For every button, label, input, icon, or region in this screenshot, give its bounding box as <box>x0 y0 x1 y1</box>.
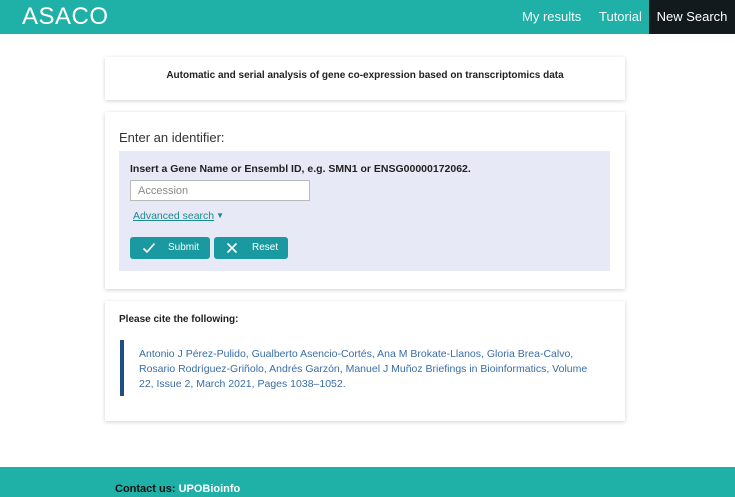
citation-card: Please cite the following: Antonio J Pér… <box>105 301 625 421</box>
submit-label: Submit <box>168 242 200 253</box>
chevron-down-icon: ▼ <box>216 211 225 220</box>
nav-new-search[interactable]: New Search <box>649 0 735 34</box>
contact-label: Contact us: <box>115 483 176 495</box>
brand-logo[interactable]: ASACO <box>22 3 109 31</box>
search-card: Enter an identifier: Insert a Gene Name … <box>105 112 625 289</box>
top-navbar: ASACO My results Tutorial New Search <box>0 0 735 34</box>
accession-input[interactable] <box>130 180 310 201</box>
search-form-panel: Insert a Gene Name or Ensembl ID, e.g. S… <box>119 151 610 271</box>
advanced-search-label: Advanced search <box>133 210 215 222</box>
header-card: Automatic and serial analysis of gene co… <box>105 57 625 100</box>
citation-heading: Please cite the following: <box>119 314 239 325</box>
enter-identifier-label: Enter an identifier: <box>119 130 225 145</box>
contact-link[interactable]: UPOBioinfo <box>179 483 241 495</box>
advanced-search-link[interactable]: Advanced search ▼ <box>133 210 224 222</box>
reset-button[interactable]: Reset <box>214 237 288 259</box>
reset-label: Reset <box>252 242 279 253</box>
identifier-instruction: Insert a Gene Name or Ensembl ID, e.g. S… <box>130 163 471 175</box>
footer: Contact us: UPOBioinfo <box>0 467 735 497</box>
citation-text: Antonio J Pérez-Pulido, Gualberto Asenci… <box>120 340 600 396</box>
contact-line: Contact us: UPOBioinfo <box>115 483 240 495</box>
check-icon <box>142 242 156 254</box>
page-subtitle: Automatic and serial analysis of gene co… <box>166 70 564 81</box>
submit-button[interactable]: Submit <box>130 237 210 259</box>
close-icon <box>226 242 238 254</box>
nav-my-results[interactable]: My results <box>522 0 581 34</box>
nav-tutorial[interactable]: Tutorial <box>599 0 642 34</box>
